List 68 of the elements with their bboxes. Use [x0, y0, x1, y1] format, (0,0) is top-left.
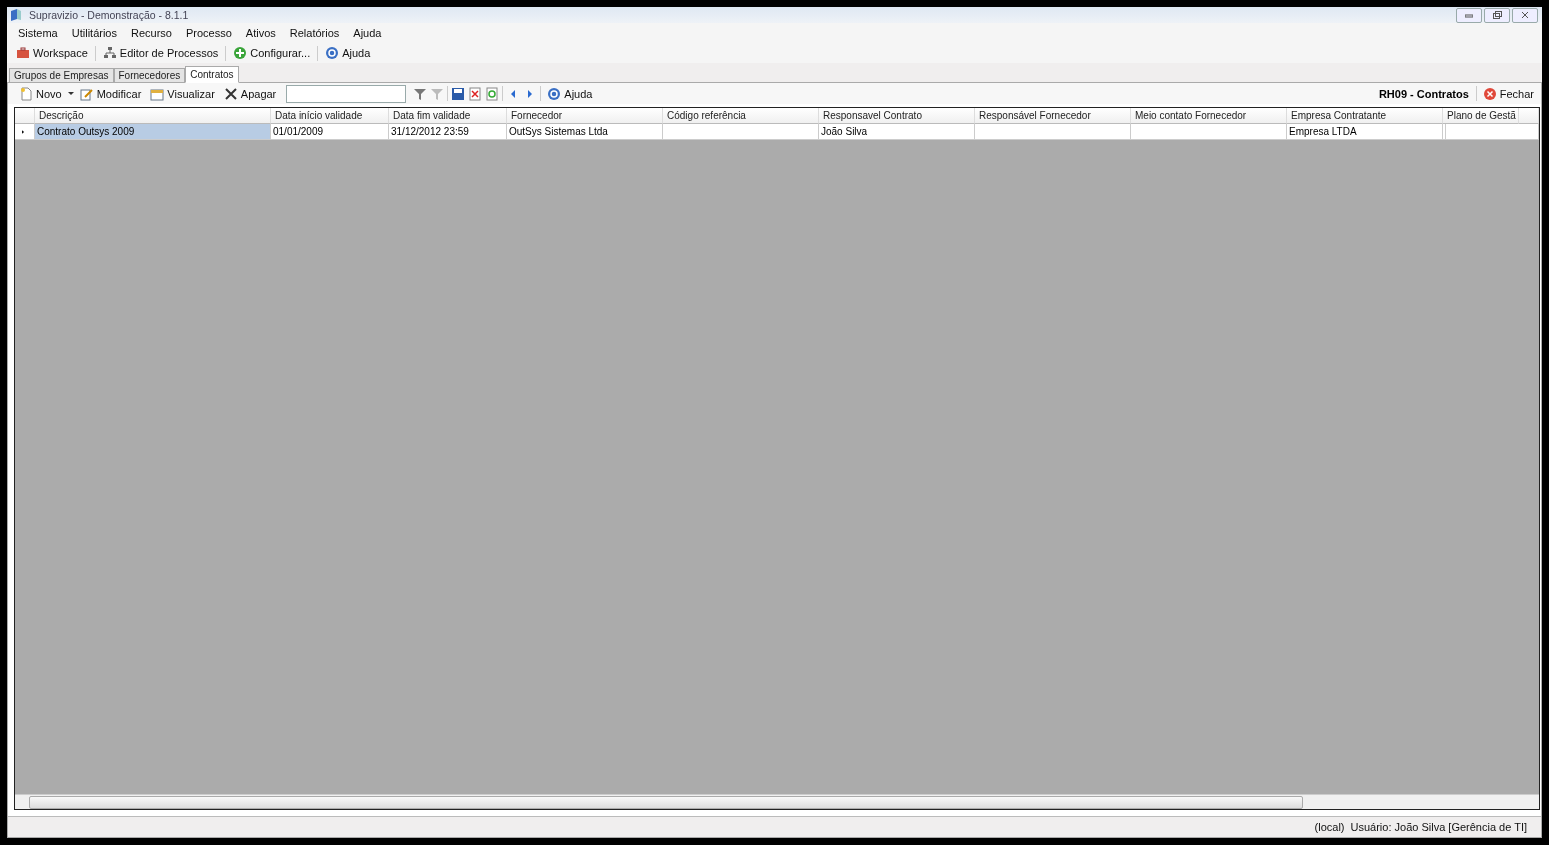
table-cell — [1443, 124, 1446, 140]
briefcase-icon — [16, 46, 30, 60]
column-header[interactable]: Data início validade — [271, 108, 389, 124]
restore-button[interactable] — [1484, 7, 1510, 23]
menu-item[interactable]: Processo — [178, 27, 239, 39]
menu-item[interactable]: Recurso — [124, 27, 179, 39]
menu-item[interactable]: Ajuda — [346, 27, 389, 39]
status-text: (local) — [1314, 821, 1345, 833]
column-header[interactable]: Descrição — [35, 108, 271, 124]
tab[interactable]: Contratos — [185, 66, 239, 83]
menu-item[interactable]: Ativos — [238, 27, 283, 39]
table-cell: OutSys Sistemas Ltda — [507, 124, 663, 140]
close-icon — [1521, 11, 1529, 19]
window-title: Supravizio - Demonstração - 8.1.1 — [29, 9, 189, 21]
toolbar-button[interactable]: Editor de Processos — [99, 46, 222, 60]
column-header[interactable]: Responsável Fornecedor — [975, 108, 1131, 124]
row-indicator[interactable] — [15, 124, 35, 140]
restore-icon — [1492, 11, 1502, 19]
minimize-icon — [1465, 12, 1473, 18]
dropdown-arrow-icon[interactable] — [67, 92, 74, 95]
refresh-icon — [485, 86, 500, 101]
column-header[interactable]: Meio contato Fornecedor — [1131, 108, 1287, 124]
save-icon — [451, 86, 466, 101]
close-icon — [1482, 86, 1497, 101]
toolbar-button[interactable]: Workspace — [13, 46, 91, 60]
column-header[interactable]: Código referência — [663, 108, 819, 124]
column-header[interactable]: Plano de Gestã — [1443, 108, 1519, 124]
close-form-button[interactable]: Fechar — [1479, 86, 1537, 101]
column-header[interactable]: Empresa Contratante — [1287, 108, 1443, 124]
menu-item[interactable]: Sistema — [11, 27, 65, 39]
close-button[interactable] — [1512, 7, 1538, 23]
toolbar-button[interactable]: Ajuda — [322, 46, 374, 60]
help-icon — [547, 86, 562, 101]
horizontal-scrollbar[interactable] — [15, 794, 1539, 809]
cancel-icon — [468, 86, 483, 101]
filter-icon — [430, 86, 445, 101]
plus-icon — [233, 46, 248, 60]
search-field[interactable] — [286, 84, 407, 103]
status-text: Usuário: João Silva [Gerência de TI] — [1350, 821, 1527, 833]
edit-icon — [79, 86, 94, 101]
tab[interactable]: Fornecedores — [113, 68, 186, 82]
toolbar-button[interactable]: Configurar... — [230, 46, 314, 60]
table-cell: Contrato Outsys 2009 — [35, 124, 271, 140]
view-button[interactable]: Visualizar — [147, 86, 218, 101]
table-cell: Empresa LTDA — [1287, 124, 1443, 140]
menu-item[interactable]: Relatórios — [282, 27, 347, 39]
column-header[interactable]: Fornecedor — [507, 108, 663, 124]
help-icon — [325, 46, 340, 60]
table-cell: 01/01/2009 — [271, 124, 389, 140]
new-button[interactable]: Novo — [16, 86, 65, 101]
x-icon — [223, 86, 238, 101]
filter-icon — [413, 86, 428, 101]
form-title: RH09 - Contratos — [1378, 87, 1470, 100]
tab[interactable]: Grupos de Empresas — [9, 68, 114, 82]
column-header[interactable]: Responsavel Contrato — [819, 108, 975, 124]
row-header-corner — [15, 108, 35, 124]
window-icon — [150, 86, 165, 101]
help-button[interactable]: Ajuda — [544, 86, 596, 101]
delete-button[interactable]: Apagar — [220, 86, 280, 101]
column-header-filler — [1518, 108, 1539, 124]
document-icon — [19, 86, 33, 101]
table-cell: 31/12/2012 23:59 — [389, 124, 507, 140]
edit-button[interactable]: Modificar — [76, 86, 145, 101]
table-cell: João Silva — [819, 124, 975, 140]
menu-item[interactable]: Utilitários — [64, 27, 124, 39]
column-header[interactable]: Data fim validade — [389, 108, 507, 124]
flowchart-icon — [102, 46, 117, 60]
app-icon — [9, 8, 23, 22]
